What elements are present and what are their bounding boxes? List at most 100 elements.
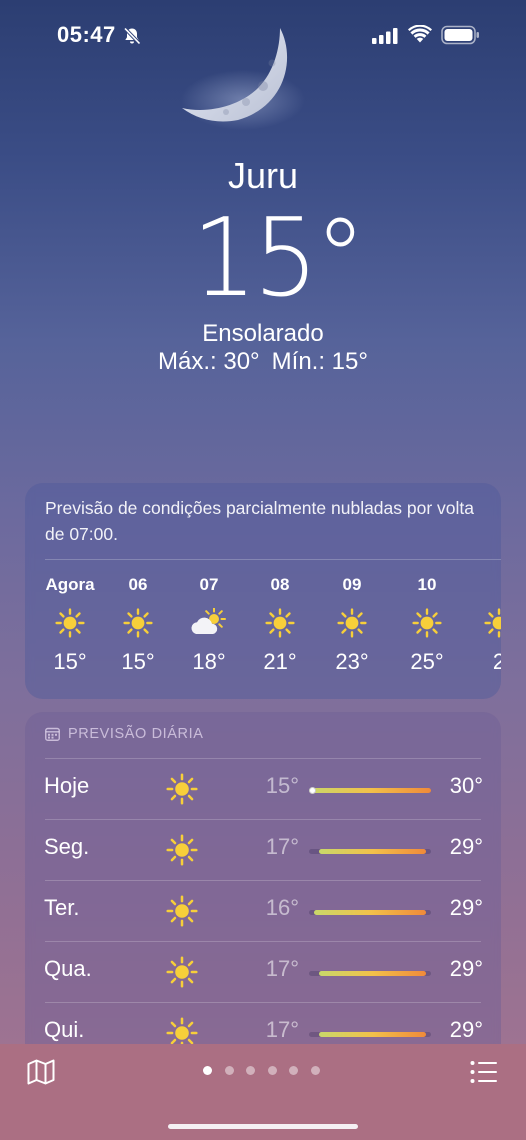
hour-temperature: 23°: [335, 649, 369, 674]
bottom-toolbar: [0, 1044, 526, 1140]
sun-icon: [265, 608, 295, 638]
low-temperature: Mín.: 15°: [271, 348, 368, 375]
sun-icon-wrap: [34, 603, 106, 643]
current-condition: Ensolarado: [202, 320, 324, 347]
hour-temperature: 21°: [263, 649, 297, 674]
list-icon[interactable]: [470, 1060, 498, 1084]
moon-icon: [181, 28, 305, 130]
high-temperature: Máx.: 30°: [158, 348, 260, 375]
day-icon: [165, 772, 199, 811]
sun-icon-wrap: [102, 603, 174, 643]
hour-temperature: 25°: [410, 649, 444, 674]
sun-icon: [484, 608, 501, 638]
temperature-range-fill: [319, 849, 426, 854]
sun-icon-wrap: [391, 603, 463, 643]
sun-icon-wrap: [244, 603, 316, 643]
page-dot[interactable]: [267, 1066, 277, 1075]
hour-label: 06: [128, 575, 148, 594]
hourly-item: 10 25°: [391, 575, 463, 675]
hourly-forecast-card[interactable]: Previsão de condições parcialmente nubla…: [25, 483, 501, 699]
hour-label: 10: [417, 575, 437, 594]
page-dot[interactable]: [203, 1066, 212, 1075]
temperature-range-fill: [319, 971, 426, 976]
divider: [45, 559, 501, 560]
hour-label: 09: [342, 575, 362, 594]
sun-icon: [337, 608, 367, 638]
page-dot[interactable]: [246, 1066, 255, 1075]
sun-icon: [166, 834, 198, 866]
sun-icon: [166, 956, 198, 988]
hour-label: Agora: [45, 575, 95, 594]
calendar-icon: [45, 727, 60, 741]
temperature-range-fill: [319, 1032, 426, 1037]
daily-forecast-header: PREVISÃO DIÁRIA: [45, 726, 204, 742]
high-low: Máx.: 30° Mín.: 15°: [0, 348, 526, 376]
sun-icon: [412, 608, 442, 638]
day-name: Qua.: [44, 956, 92, 981]
hourly-item: 2: [463, 575, 501, 675]
hourly-item: 09 23°: [316, 575, 388, 675]
location-name: Juru: [227, 155, 299, 196]
sun-icon: [166, 773, 198, 805]
day-icon: [165, 833, 199, 872]
temperature-range-bar: [309, 1032, 431, 1037]
daily-row[interactable]: Qua. 17° 29°: [25, 942, 501, 1003]
day-name: Ter.: [44, 895, 80, 920]
day-icon: [165, 894, 199, 933]
day-name: Hoje: [44, 773, 90, 798]
page-indicator[interactable]: [203, 1066, 332, 1075]
temperature-range-fill: [314, 910, 426, 915]
page-dot[interactable]: [310, 1066, 320, 1075]
hour-temperature: 2: [492, 649, 501, 674]
daily-row[interactable]: Seg. 17° 29°: [25, 820, 501, 881]
temperature-range-bar: [309, 971, 431, 976]
sun-icon-wrap: [463, 603, 501, 643]
temperature-range-bar: [309, 910, 431, 915]
temperature-range-fill: [309, 788, 431, 793]
daily-row[interactable]: Hoje 15° 30°: [25, 759, 501, 820]
wifi-icon: [408, 25, 432, 43]
temperature-range-bar: [309, 787, 431, 794]
day-low: 17°: [265, 1017, 299, 1042]
daily-forecast-title: PREVISÃO DIÁRIA: [68, 726, 204, 742]
day-low: 17°: [265, 834, 299, 859]
page-dot[interactable]: [224, 1066, 234, 1075]
hour-temperature: 15°: [121, 649, 155, 674]
day-high: 29°: [449, 834, 483, 859]
current-temp-marker: [309, 787, 316, 794]
hourly-item: 07 18°: [173, 575, 245, 675]
cellular-signal-icon: [372, 28, 398, 44]
partly-cloudy-icon-wrap: [173, 603, 245, 643]
bell-muted-icon: [123, 27, 141, 45]
hourly-forecast-list[interactable]: Agora 15° 06 15° 07 18° 08 21° 09 23° 10 25° …: [25, 575, 501, 685]
sun-icon: [55, 608, 85, 638]
daily-forecast-card[interactable]: PREVISÃO DIÁRIA Hoje 15° 30° Seg. 17° 29°…: [25, 712, 501, 1072]
temperature-range-bar: [309, 849, 431, 854]
daily-row[interactable]: Ter. 16° 29°: [25, 881, 501, 942]
map-icon[interactable]: [27, 1059, 55, 1085]
home-indicator[interactable]: [168, 1124, 358, 1129]
hour-label: [463, 575, 501, 599]
day-name: Seg.: [44, 834, 90, 859]
day-high: 29°: [449, 895, 483, 920]
day-low: 16°: [265, 895, 299, 920]
day-high: 30°: [449, 773, 483, 798]
hour-temperature: 18°: [192, 649, 226, 674]
page-dot[interactable]: [289, 1066, 298, 1075]
hour-temperature: 15°: [53, 649, 87, 674]
sun-icon-wrap: [316, 603, 388, 643]
current-temperature: 15°: [192, 196, 366, 321]
hour-label: 07: [199, 575, 219, 594]
forecast-summary: Previsão de condições parcialmente nubla…: [45, 498, 475, 544]
sun-icon: [123, 608, 153, 638]
day-low: 17°: [265, 956, 299, 981]
hourly-item: Agora 15°: [34, 575, 106, 675]
hourly-item: 06 15°: [102, 575, 174, 675]
day-icon: [165, 955, 199, 994]
partly-cloudy-icon: [191, 608, 226, 634]
battery-icon: [441, 25, 479, 45]
hourly-item: 08 21°: [244, 575, 316, 675]
day-high: 29°: [449, 1017, 483, 1042]
day-high: 29°: [449, 956, 483, 981]
hour-label: 08: [270, 575, 290, 594]
